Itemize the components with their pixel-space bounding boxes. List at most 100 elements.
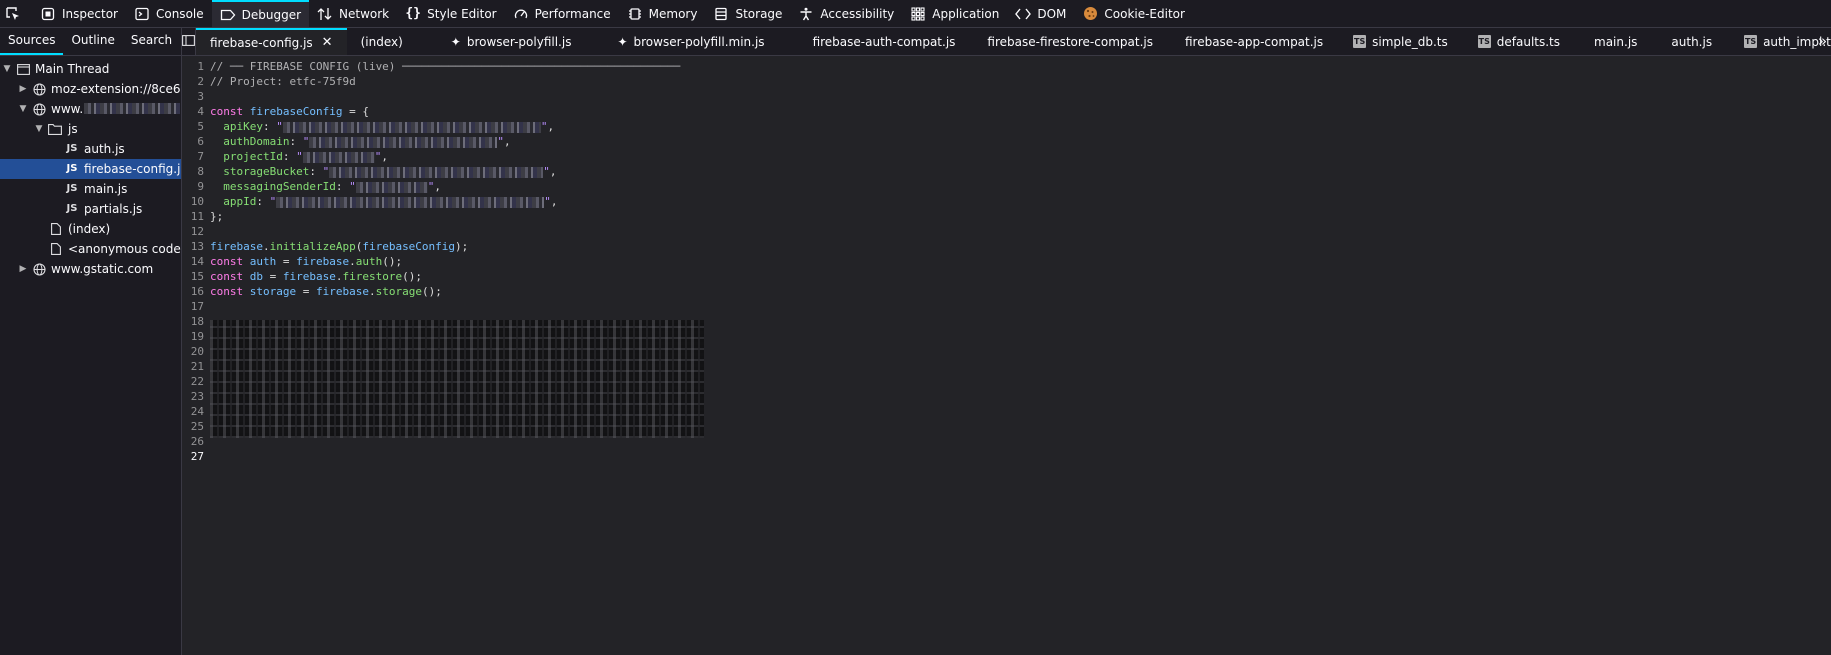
tree-file-firebase-config-js[interactable]: JS firebase-config.js xyxy=(0,159,181,179)
line-number: 16 xyxy=(190,285,204,298)
tree-file-label: partials.js xyxy=(84,202,143,216)
tab-search[interactable]: Search xyxy=(123,28,180,55)
tree-anonymous-code[interactable]: <anonymous code> xyxy=(0,239,181,259)
source-editor: firebase-config.js ✕ (index) ✦ browser-p… xyxy=(182,28,1831,655)
tree-www-host[interactable]: ▼ www. xyxy=(0,99,181,119)
code-line: 11}; xyxy=(182,209,1831,224)
collapsed-arrow-icon[interactable]: ▶ xyxy=(18,259,28,279)
code-identifier: firebase xyxy=(296,255,350,268)
line-number: 1 xyxy=(197,60,204,73)
tree-file-partials-js[interactable]: JS partials.js xyxy=(0,199,181,219)
line-number: 20 xyxy=(190,345,204,358)
code-property: appId xyxy=(223,195,257,208)
code-view[interactable]: 1 // ── FIREBASE CONFIG (live) ──────────… xyxy=(182,56,1831,464)
source-tab-browser-polyfill-js[interactable]: ✦ browser-polyfill.js xyxy=(417,28,586,55)
inspector-icon xyxy=(40,6,56,22)
globe-icon xyxy=(32,99,46,119)
expanded-arrow-icon[interactable]: ▼ xyxy=(2,59,12,79)
redacted-value xyxy=(309,136,498,148)
source-tab-auth-impl-ts[interactable]: TS auth_impl.ts xyxy=(1726,28,1831,55)
line-number: 2 xyxy=(197,75,204,88)
expanded-arrow-icon[interactable]: ▼ xyxy=(34,119,44,139)
code-property: messagingSenderId xyxy=(223,180,336,193)
code-property: authDomain xyxy=(223,135,290,148)
tree-file-auth-js[interactable]: JS auth.js xyxy=(0,139,181,159)
accessibility-icon xyxy=(798,6,814,22)
collapsed-arrow-icon[interactable]: ▶ xyxy=(18,79,28,99)
tab-outline[interactable]: Outline xyxy=(63,28,122,55)
element-picker-button[interactable] xyxy=(0,0,32,27)
console-icon xyxy=(134,6,150,22)
tree-moz-extension-label: moz-extension://8ce6e6ea xyxy=(51,82,181,96)
code-identifier: auth xyxy=(249,255,277,268)
tree-moz-extension[interactable]: ▶ moz-extension://8ce6e6ea xyxy=(0,79,181,99)
source-tab-defaults-ts[interactable]: TS defaults.ts xyxy=(1462,28,1574,55)
tree-gstatic-label: www.gstatic.com xyxy=(51,262,154,276)
tree-js-folder-label: js xyxy=(68,122,78,136)
toggle-sidebar-button[interactable] xyxy=(182,28,196,55)
sources-panel-tabs: Sources Outline Search xyxy=(0,28,181,56)
ts-icon: TS xyxy=(1477,35,1491,48)
tab-style-editor-label: Style Editor xyxy=(427,6,497,21)
tab-performance-label: Performance xyxy=(534,6,611,21)
line-number: 22 xyxy=(190,375,204,388)
line-number: 21 xyxy=(190,360,204,373)
sidebar-toggle-icon xyxy=(182,34,195,49)
source-tabs: firebase-config.js ✕ (index) ✦ browser-p… xyxy=(182,28,1831,56)
tab-network-label: Network xyxy=(339,6,390,21)
tree-index[interactable]: (index) xyxy=(0,219,181,239)
tree-anonymous-code-label: <anonymous code> xyxy=(68,242,181,256)
close-icon[interactable]: ✕ xyxy=(322,35,333,50)
js-file-icon: JS xyxy=(66,203,78,214)
tab-storage[interactable]: Storage xyxy=(705,0,790,27)
tab-sources[interactable]: Sources xyxy=(0,28,64,55)
code-line: 3 xyxy=(182,89,1831,104)
source-tab-firebase-config-js[interactable]: firebase-config.js ✕ xyxy=(196,28,347,55)
devtools-toolbar: Inspector Console Debugger Network {} St… xyxy=(0,0,1831,28)
code-method: firestore xyxy=(342,270,403,283)
tree-js-folder[interactable]: ▼ js xyxy=(0,119,181,139)
network-icon xyxy=(317,6,333,22)
code-identifier: firebase xyxy=(210,240,263,253)
tab-inspector[interactable]: Inspector xyxy=(32,0,126,27)
tab-console[interactable]: Console xyxy=(126,0,212,27)
source-tab-simple-db-ts[interactable]: TS simple_db.ts xyxy=(1337,28,1462,55)
source-tab-browser-polyfill-min-js[interactable]: ✦ browser-polyfill.min.js xyxy=(585,28,778,55)
tree-gstatic[interactable]: ▶ www.gstatic.com xyxy=(0,259,181,279)
tree-www-host-label: www. xyxy=(51,102,84,116)
source-tab-firebase-app-compat-js[interactable]: firebase-app-compat.js xyxy=(1167,28,1337,55)
source-tab-firebase-firestore-compat-js[interactable]: firebase-firestore-compat.js xyxy=(969,28,1167,55)
tab-cookie-editor[interactable]: Cookie-Editor xyxy=(1074,0,1193,27)
tree-file-main-js[interactable]: JS main.js xyxy=(0,179,181,199)
source-tab-label: firebase-auth-compat.js xyxy=(812,34,956,49)
code-identifier: storage xyxy=(249,285,297,298)
source-tab-firebase-auth-compat-js[interactable]: firebase-auth-compat.js xyxy=(779,28,970,55)
code-line: 27 xyxy=(182,449,1831,464)
tab-performance[interactable]: Performance xyxy=(505,0,619,27)
code-method: storage xyxy=(375,285,422,298)
tab-accessibility[interactable]: Accessibility xyxy=(790,0,902,27)
expanded-arrow-icon[interactable]: ▼ xyxy=(18,99,28,119)
tree-main-thread[interactable]: ▼ Main Thread xyxy=(0,59,181,79)
tab-memory[interactable]: Memory xyxy=(619,0,706,27)
tab-application[interactable]: Application xyxy=(902,0,1007,27)
line-number: 27 xyxy=(190,450,204,463)
tab-style-editor[interactable]: {} Style Editor xyxy=(397,0,504,27)
tab-network[interactable]: Network xyxy=(309,0,397,27)
more-tabs-chevron-icon[interactable]: » xyxy=(1818,28,1827,55)
source-tab-label: defaults.ts xyxy=(1496,34,1561,49)
line-number: 24 xyxy=(190,405,204,418)
line-number: 4 xyxy=(197,105,204,118)
tab-dom[interactable]: DOM xyxy=(1007,0,1074,27)
code-keyword: const xyxy=(210,255,244,268)
code-method: initializeApp xyxy=(269,240,356,253)
puzzle-icon: ✦ xyxy=(617,34,628,49)
tab-debugger[interactable]: Debugger xyxy=(211,0,310,27)
source-tab-auth-js[interactable]: auth.js xyxy=(1651,28,1726,55)
code-comment: // Project: etfc-75f9d xyxy=(210,75,356,88)
source-tab-main-js[interactable]: main.js xyxy=(1574,28,1651,55)
performance-icon xyxy=(513,6,529,22)
tree-main-thread-label: Main Thread xyxy=(35,62,110,76)
tree-file-label: main.js xyxy=(84,182,128,196)
source-tab-index[interactable]: (index) xyxy=(347,28,417,55)
